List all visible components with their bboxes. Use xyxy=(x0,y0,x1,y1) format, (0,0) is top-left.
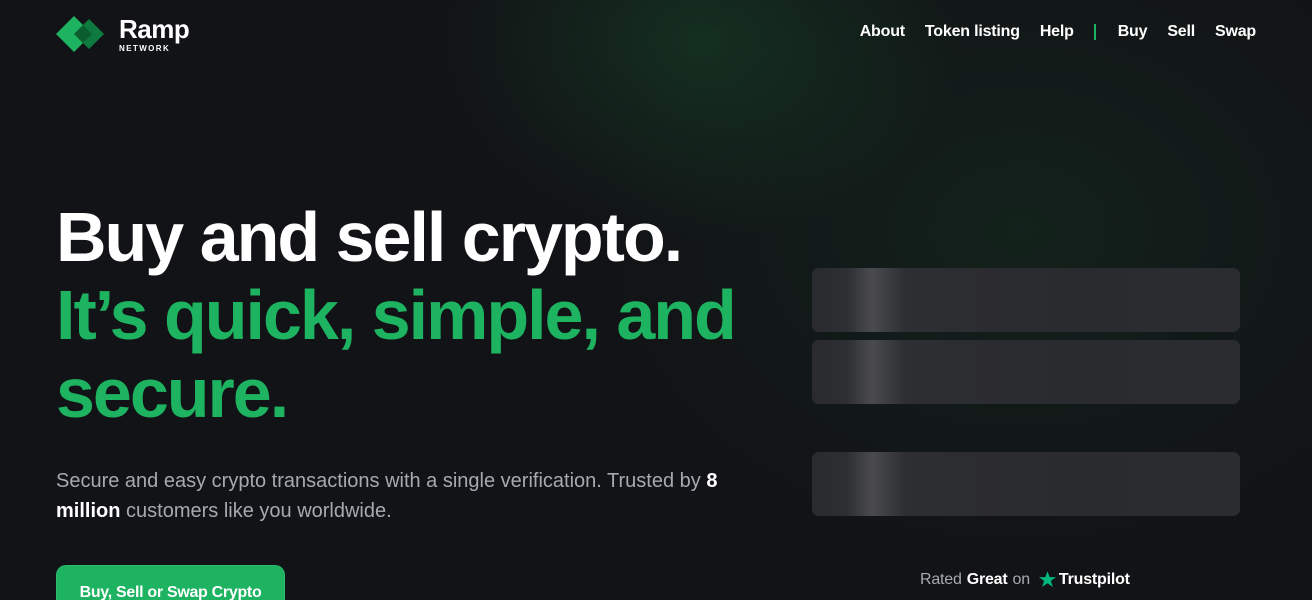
nav-swap-link[interactable]: Swap xyxy=(1215,23,1256,41)
hero-title-line-2: It’s quick, simple, and secure. xyxy=(56,276,737,432)
hero-title: Buy and sell crypto. It’s quick, simple,… xyxy=(56,198,776,432)
rating-grade: Great xyxy=(966,570,1008,588)
widget-skeleton-button xyxy=(812,452,1240,516)
widget-skeleton-field xyxy=(812,268,1240,332)
trustpilot-rating[interactable]: Rated Great on Trustpilot xyxy=(920,570,1130,589)
nav-buy-link[interactable]: Buy xyxy=(1118,23,1148,41)
trustpilot-name: Trustpilot xyxy=(1058,570,1130,588)
ramp-network-logo[interactable]: Ramp NETWORK xyxy=(56,13,190,54)
widget-skeleton-field xyxy=(812,340,1240,404)
main-nav: About Token listing Help Buy Sell Swap xyxy=(860,23,1256,41)
ramp-logo-icon xyxy=(56,16,104,52)
hero-desc-text: Secure and easy crypto transactions with… xyxy=(56,470,701,492)
nav-sell-link[interactable]: Sell xyxy=(1167,23,1195,41)
buy-sell-swap-button[interactable]: Buy, Sell or Swap Crypto xyxy=(56,565,285,600)
nav-help-link[interactable]: Help xyxy=(1040,23,1074,41)
logo-name: Ramp xyxy=(119,13,190,44)
nav-divider xyxy=(1093,24,1096,40)
hero-title-line-1: Buy and sell crypto. xyxy=(56,198,683,276)
logo-subtitle: NETWORK xyxy=(119,43,171,53)
nav-token-listing-link[interactable]: Token listing xyxy=(925,23,1020,41)
hero-desc-text-end: customers like you worldwide. xyxy=(126,500,392,522)
rating-prefix: Rated xyxy=(920,570,962,588)
page: Ramp NETWORK About Token listing Help Bu… xyxy=(0,0,1312,600)
logo-text: Ramp NETWORK xyxy=(119,13,190,53)
trustpilot-star-icon xyxy=(1038,570,1057,589)
nav-about-link[interactable]: About xyxy=(860,23,905,41)
hero-description: Secure and easy crypto transactions with… xyxy=(56,466,756,526)
rating-on: on xyxy=(1012,570,1031,588)
